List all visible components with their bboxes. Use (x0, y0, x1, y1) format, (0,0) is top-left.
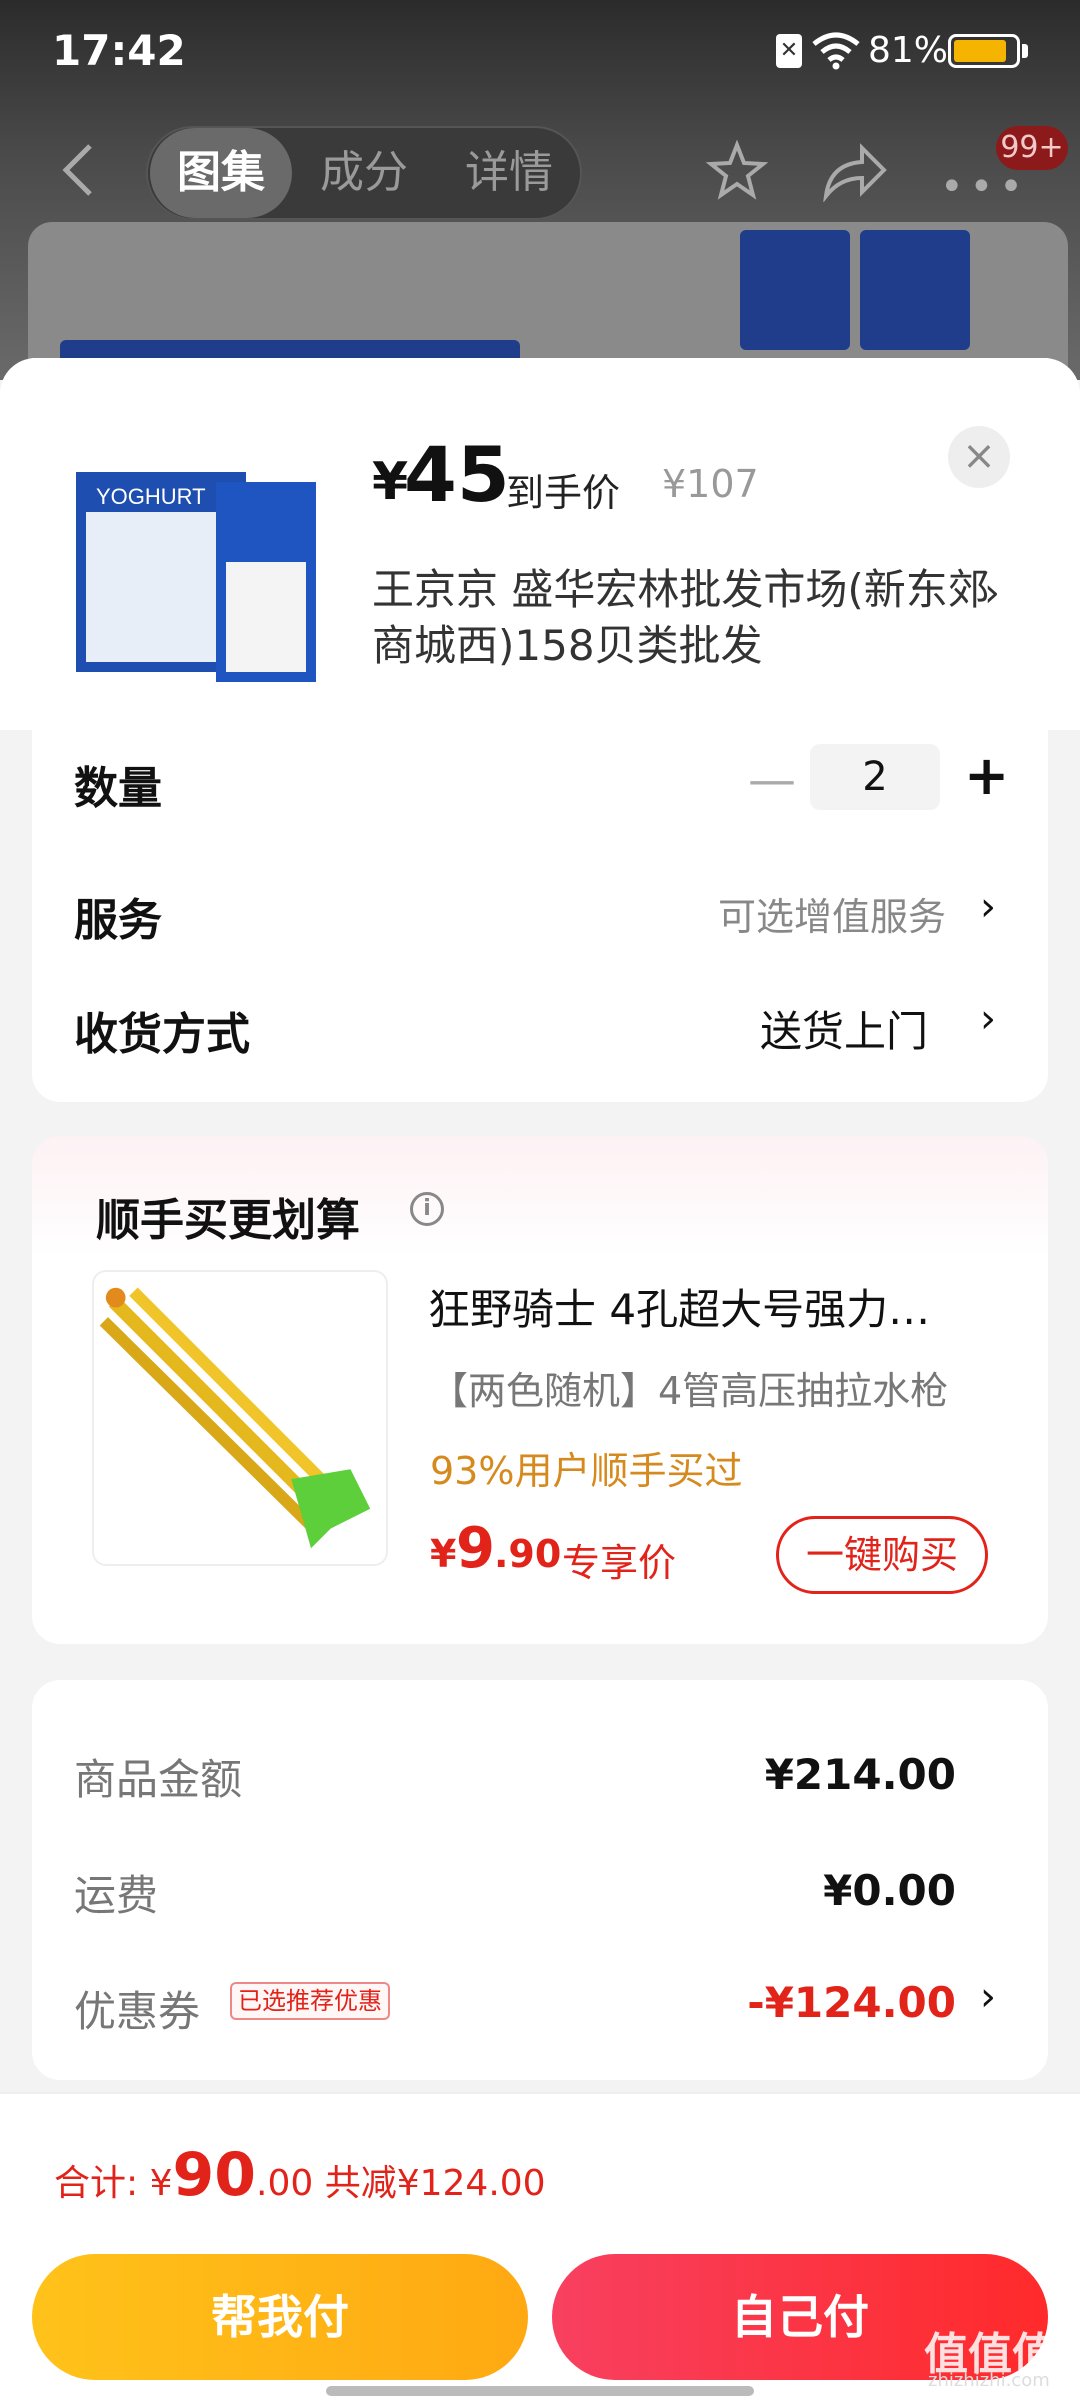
recommend-price-int: 9 (456, 1516, 495, 1581)
recommend-item-subtitle: 【两色随机】4管高压抽拉水枪 (430, 1369, 949, 1413)
wifi-icon (812, 32, 860, 70)
close-button[interactable]: × (948, 426, 1010, 488)
goods-amount-value: ¥214.00 (764, 1750, 956, 1799)
tab-details[interactable]: 详情 (438, 128, 580, 218)
recommend-item-stat: 93%用户顺手买过 (430, 1449, 743, 1493)
original-price: ¥107 (662, 462, 759, 506)
coupon-value[interactable]: -¥124.00 (700, 1978, 956, 2027)
shipping-value: ¥0.00 (823, 1866, 956, 1915)
coupon-tag: 已选推荐优惠 (230, 1982, 390, 2020)
recommend-price-dec: .90 (494, 1532, 562, 1576)
final-price-label: 到手价 (506, 471, 621, 515)
coupon-label: 优惠券 (74, 1987, 201, 2036)
svg-text:YOGHURT: YOGHURT (96, 484, 206, 509)
product-thumbnail: YOGHURT (76, 472, 316, 682)
share-icon[interactable] (822, 142, 888, 202)
recommend-price-symbol: ¥ (430, 1532, 457, 1576)
back-icon[interactable] (56, 140, 100, 200)
chevron-right-icon: › (980, 1974, 996, 2020)
shipping-label: 运费 (74, 1871, 159, 1920)
info-icon[interactable]: i (410, 1192, 444, 1226)
watermark-url: zhizhizhi.com (928, 2370, 1050, 2391)
chevron-right-icon: › (980, 996, 996, 1042)
recommend-item-title[interactable]: 狂野骑士 4孔超大号强力… (428, 1276, 988, 1337)
delivery-label: 收货方式 (74, 1009, 250, 1060)
decrease-button[interactable]: — (748, 752, 796, 808)
top-tab-bar: 图集 成分 详情 (146, 126, 582, 220)
total-amount: 合计: ¥90.00 共减¥124.00 (54, 2140, 546, 2210)
service-label: 服务 (74, 895, 162, 946)
total-label: 合计: (54, 2163, 139, 2204)
gallery-product-image (740, 230, 850, 350)
battery-icon (948, 34, 1020, 68)
battery-percent: 81% (868, 30, 949, 71)
tab-gallery[interactable]: 图集 (150, 128, 292, 218)
total-dec: .00 (256, 2163, 314, 2204)
tab-ingredients[interactable]: 成分 (298, 128, 430, 218)
delivery-value[interactable]: 送货上门 (760, 998, 928, 1059)
gallery-product-image (860, 230, 970, 350)
quantity-input[interactable]: 2 (810, 744, 940, 810)
one-click-buy-button[interactable]: 一键购买 (776, 1516, 988, 1594)
price-symbol: ¥ (372, 452, 409, 512)
service-value[interactable]: 可选增值服务 (718, 886, 946, 941)
home-indicator (326, 2386, 754, 2396)
sheet-header: YOGHURT ¥ 45 到手价 ¥107 × 王京京 盛华宏林批发市场(新东郊… (0, 358, 1080, 730)
chevron-right-icon: › (984, 570, 1000, 616)
goods-amount-label: 商品金额 (74, 1755, 243, 1804)
help-pay-button[interactable]: 帮我付 (32, 2254, 528, 2380)
store-name[interactable]: 王京京 盛华宏林批发市场(新东郊商城西)158贝类批发 (372, 562, 1012, 674)
final-price: 45 (404, 430, 510, 519)
total-saved: 共减¥124.00 (324, 2163, 546, 2204)
sim-icon: ✕ (776, 34, 802, 68)
quantity-label: 数量 (74, 763, 162, 814)
total-int: 90 (172, 2140, 257, 2210)
total-symbol: ¥ (149, 2163, 173, 2204)
battery-tip (1022, 44, 1028, 58)
increase-button[interactable]: + (964, 744, 1009, 807)
recommend-title: 顺手买更划算 (96, 1195, 360, 1246)
status-time: 17:42 (52, 26, 186, 75)
recommend-product-image[interactable] (92, 1270, 388, 1566)
recommend-price-tag: 专享价 (562, 1541, 677, 1585)
more-icon[interactable]: ••• (940, 164, 1029, 210)
message-badge: 99+ (996, 126, 1068, 170)
favorite-star-icon[interactable] (706, 140, 768, 202)
chevron-right-icon: › (980, 884, 996, 930)
